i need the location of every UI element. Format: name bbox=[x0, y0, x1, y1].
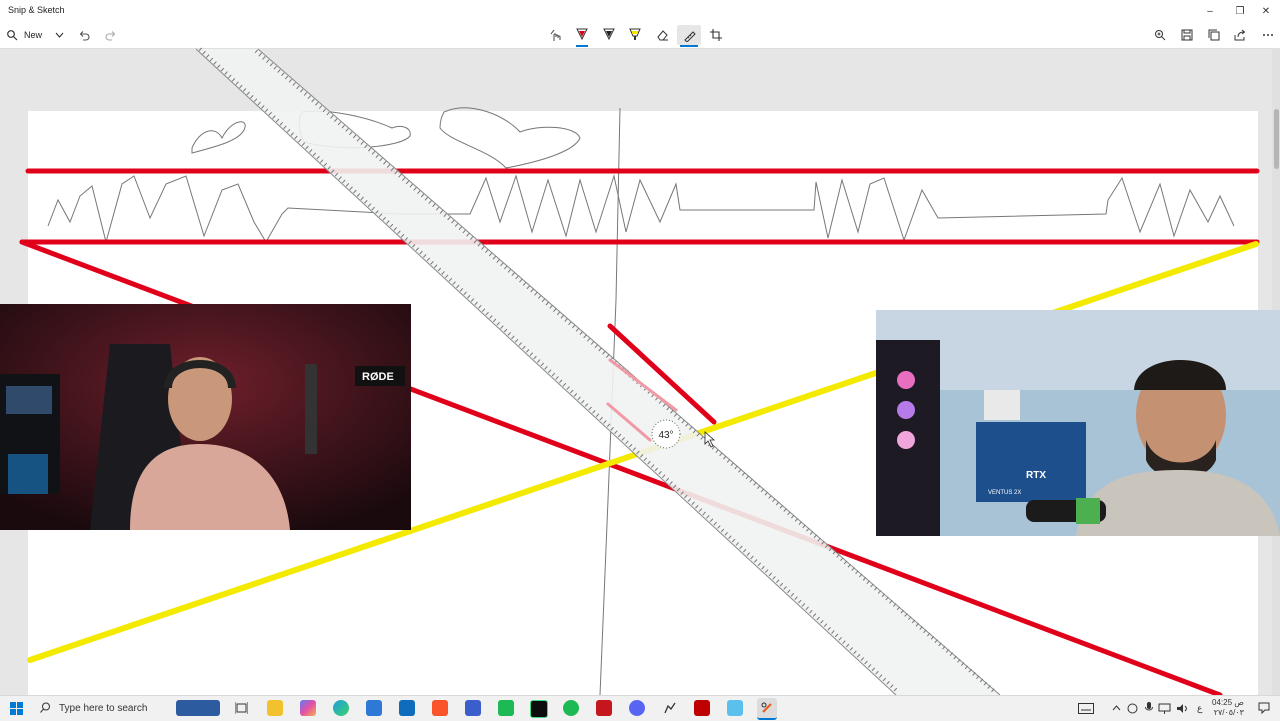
taskbar-app-icon-5[interactable] bbox=[694, 700, 710, 716]
notifications-icon[interactable] bbox=[1258, 699, 1270, 717]
windows-start-icon[interactable] bbox=[8, 700, 24, 716]
pen-app-icon[interactable] bbox=[662, 700, 678, 716]
network-icon[interactable] bbox=[1158, 699, 1171, 717]
language-indicator[interactable]: ع bbox=[1197, 699, 1202, 717]
task-view-icon[interactable] bbox=[233, 700, 249, 716]
ruler-angle-indicator: 43° bbox=[651, 419, 681, 449]
webcam-right: RTX VENTUS 2X bbox=[876, 310, 1280, 536]
clock-date: ٢٧/٠٥/٠٣ bbox=[1213, 708, 1244, 717]
edge-browser-icon[interactable] bbox=[333, 700, 349, 716]
copilot-icon[interactable] bbox=[300, 700, 316, 716]
file-explorer-icon[interactable] bbox=[267, 700, 283, 716]
gpu-box-sublabel: VENTUS 2X bbox=[988, 490, 1021, 496]
microsoft-store-icon[interactable] bbox=[366, 700, 382, 716]
snip-sketch-taskbar-icon[interactable] bbox=[757, 698, 777, 720]
taskbar-app-icon-3[interactable] bbox=[530, 700, 548, 718]
volume-icon[interactable] bbox=[1176, 699, 1189, 717]
rode-mic-label: RØDE bbox=[362, 371, 394, 383]
clock[interactable]: 04:25 ص ٢٧/٠٥/٠٣ bbox=[1212, 697, 1244, 719]
gpu-box-label: RTX bbox=[1026, 470, 1046, 481]
taskbar: Type here to search ع 04:25 ص ٢٧/٠٥/٠٣ bbox=[0, 695, 1280, 721]
taskbar-app-icon-6[interactable] bbox=[727, 700, 743, 716]
clock-time: 04:25 ص bbox=[1212, 698, 1244, 707]
taskbar-app-icon-1[interactable] bbox=[465, 700, 481, 716]
mail-icon[interactable] bbox=[399, 700, 415, 716]
tray-app-icon[interactable] bbox=[1127, 699, 1138, 717]
search-placeholder: Type here to search bbox=[59, 703, 148, 714]
search-icon bbox=[40, 702, 51, 716]
discord-icon[interactable] bbox=[629, 700, 645, 716]
taskbar-app-icon-4[interactable] bbox=[596, 700, 612, 716]
microphone-icon[interactable] bbox=[1145, 699, 1153, 717]
spotify-icon[interactable] bbox=[563, 700, 579, 716]
taskbar-app-icon-2[interactable] bbox=[498, 700, 514, 716]
brave-browser-icon[interactable] bbox=[432, 700, 448, 716]
ruler-angle-label: 43° bbox=[658, 430, 673, 441]
show-hidden-icons-chevron-icon[interactable] bbox=[1112, 699, 1121, 717]
keyboard-icon[interactable] bbox=[1078, 699, 1094, 717]
search-highlight-icon[interactable] bbox=[176, 700, 220, 716]
webcam-left: RØDE bbox=[0, 304, 411, 530]
